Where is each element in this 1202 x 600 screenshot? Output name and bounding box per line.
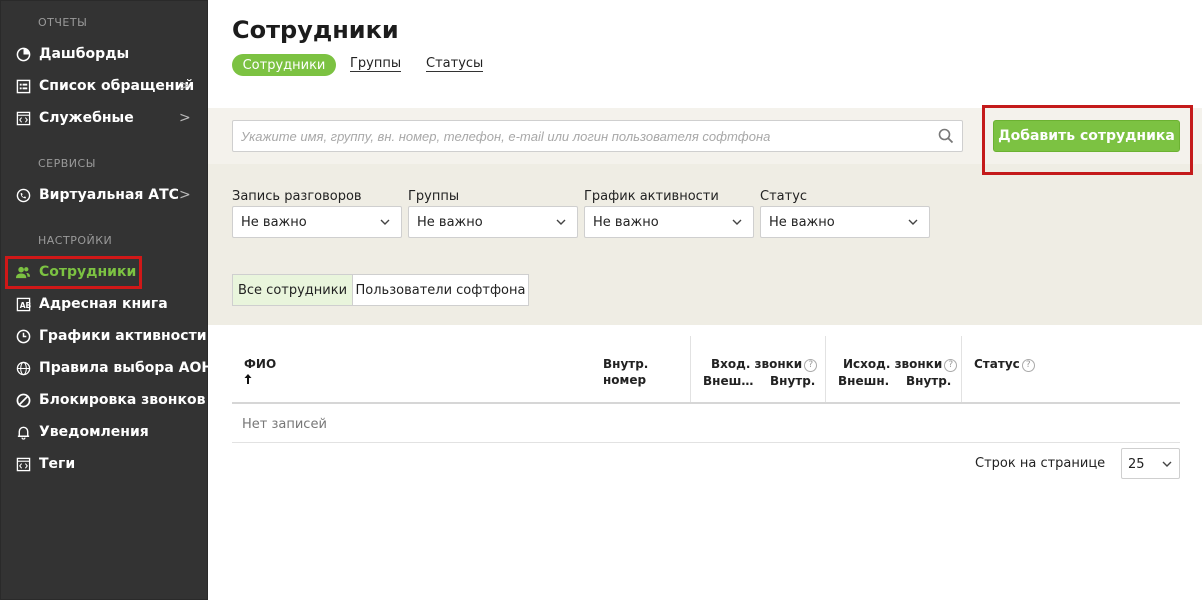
filter-label-recording: Запись разговоров xyxy=(232,189,362,204)
sidebar-item-label: Правила выбора АОН xyxy=(39,360,214,376)
filter-select-groups[interactable]: Не важно xyxy=(408,206,578,238)
bell-icon xyxy=(15,424,31,440)
segment-all-employees[interactable]: Все сотрудники xyxy=(232,274,353,306)
column-header-incoming-internal: Внутр. xyxy=(770,374,816,388)
section-title-services: СЕРВИСЫ xyxy=(38,157,96,170)
sidebar-item-label: Адресная книга xyxy=(39,296,168,312)
sidebar-item-label: Список обращений xyxy=(39,78,195,94)
column-header-extension-line2: номер xyxy=(603,373,647,387)
filter-label-status: Статус xyxy=(760,189,808,204)
sidebar-item-label: Дашборды xyxy=(39,46,130,62)
sidebar-item-caller-id-rules[interactable]: Правила выбора АОН xyxy=(1,354,213,382)
column-divider xyxy=(961,336,962,402)
sidebar-item-tags[interactable]: Теги xyxy=(1,450,209,478)
chevron-right-icon: > xyxy=(179,78,191,94)
column-header-incoming-external: Внеш… xyxy=(703,374,754,388)
search-placeholder: Укажите имя, группу, вн. номер, телефон,… xyxy=(241,129,771,144)
filter-value: Не важно xyxy=(417,215,483,230)
filter-select-status[interactable]: Не важно xyxy=(760,206,930,238)
sidebar-item-dashboards[interactable]: Дашборды xyxy=(1,40,209,68)
sidebar-item-address-book[interactable]: AB Адресная книга xyxy=(1,290,209,318)
rows-per-page-label: Строк на странице xyxy=(975,456,1106,471)
tag-doc-icon xyxy=(15,456,31,472)
sort-arrow-up-icon[interactable] xyxy=(243,372,253,390)
search-input[interactable]: Укажите имя, группу, вн. номер, телефон,… xyxy=(232,120,963,152)
employee-type-toggle: Все сотрудники Пользователи софтфона xyxy=(232,274,529,306)
table-bottom-divider xyxy=(232,442,1180,443)
chevron-down-icon xyxy=(379,216,391,228)
sidebar-item-label: Блокировка звонков xyxy=(39,392,206,408)
tab-groups[interactable]: Группы xyxy=(350,57,402,72)
column-header-extension-line1: Внутр. xyxy=(603,357,649,371)
section-title-reports: ОТЧЕТЫ xyxy=(38,16,88,29)
sidebar-item-label: Служебные xyxy=(39,110,134,126)
tab-employees[interactable]: Сотрудники xyxy=(232,54,336,76)
tab-statuses[interactable]: Статусы xyxy=(426,57,484,72)
sidebar-item-call-blocking[interactable]: Блокировка звонков xyxy=(1,386,209,414)
filter-label-schedule: График активности xyxy=(584,189,719,204)
svg-text:AB: AB xyxy=(19,300,30,309)
address-book-icon: AB xyxy=(15,296,31,312)
column-header-outgoing-external: Внешн. xyxy=(838,374,890,388)
add-employee-button[interactable]: Добавить сотрудника xyxy=(993,120,1180,152)
sidebar-item-requests[interactable]: Список обращений > xyxy=(1,72,209,100)
filter-value: Не важно xyxy=(241,215,307,230)
column-header-outgoing-internal: Внутр. xyxy=(906,374,952,388)
chevron-right-icon: > xyxy=(179,110,191,126)
page-title: Сотрудники xyxy=(232,16,399,44)
empty-state-text: Нет записей xyxy=(242,417,327,432)
sidebar-item-notifications[interactable]: Уведомления xyxy=(1,418,209,446)
block-icon xyxy=(15,392,31,408)
column-divider xyxy=(690,336,691,402)
chevron-down-icon xyxy=(1161,458,1173,470)
chevron-down-icon xyxy=(555,216,567,228)
column-divider xyxy=(825,336,826,402)
rows-per-page-value: 25 xyxy=(1128,457,1145,472)
sidebar-item-virtual-pbx[interactable]: Виртуальная АТС > xyxy=(1,181,209,209)
column-header-outgoing: Исход. звонки? xyxy=(843,357,958,372)
sidebar-item-label: Графики активности xyxy=(39,328,207,344)
filter-select-schedule[interactable]: Не важно xyxy=(584,206,754,238)
chevron-right-icon: > xyxy=(179,187,191,203)
code-doc-icon xyxy=(15,110,31,126)
sidebar-item-label: Уведомления xyxy=(39,424,149,440)
sidebar: ОТЧЕТЫ Дашборды Список обращений > Служе… xyxy=(0,0,213,600)
column-header-incoming: Вход. звонки? xyxy=(711,357,818,372)
pie-chart-icon xyxy=(15,46,31,62)
chevron-down-icon xyxy=(731,216,743,228)
column-header-status: Статус? xyxy=(974,357,1035,372)
section-title-settings: НАСТРОЙКИ xyxy=(38,234,113,247)
help-icon[interactable]: ? xyxy=(1021,359,1035,372)
sidebar-item-schedules[interactable]: Графики активности xyxy=(1,322,209,350)
column-header-name[interactable]: ФИО xyxy=(244,357,276,371)
highlight-outline xyxy=(5,256,142,289)
sidebar-item-service[interactable]: Служебные > xyxy=(1,104,209,132)
filter-value: Не важно xyxy=(593,215,659,230)
segment-softphone-users[interactable]: Пользователи софтфона xyxy=(352,274,529,306)
globe-phone-icon xyxy=(15,360,31,376)
list-icon xyxy=(15,78,31,94)
filter-label-groups: Группы xyxy=(408,189,460,204)
pbx-icon xyxy=(15,187,31,203)
sidebar-item-label: Теги xyxy=(39,456,76,472)
rows-per-page-select[interactable]: 25 xyxy=(1121,448,1180,479)
clock-icon xyxy=(15,328,31,344)
help-icon[interactable]: ? xyxy=(944,359,958,372)
search-icon[interactable] xyxy=(938,128,954,144)
column-header-extension: Внутр. номер xyxy=(603,357,648,387)
filter-value: Не важно xyxy=(769,215,835,230)
table-header-divider xyxy=(232,402,1180,404)
chevron-down-icon xyxy=(907,216,919,228)
help-icon[interactable]: ? xyxy=(804,359,818,372)
filter-select-recording[interactable]: Не важно xyxy=(232,206,402,238)
sidebar-item-label: Виртуальная АТС xyxy=(39,187,179,203)
